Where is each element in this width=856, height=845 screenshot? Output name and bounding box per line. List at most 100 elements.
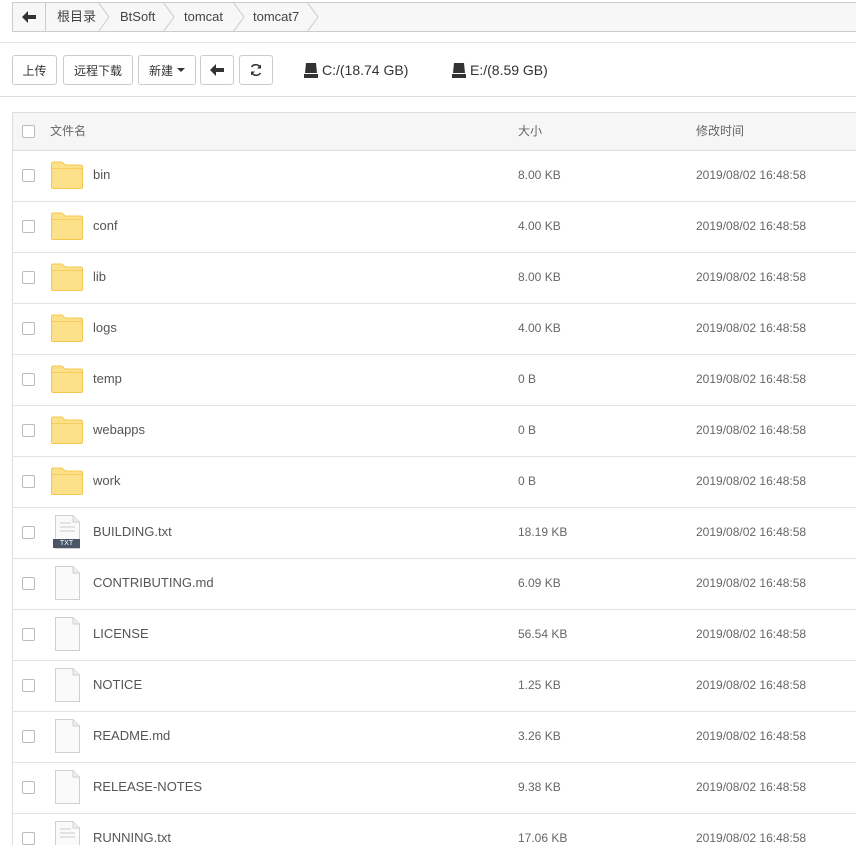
file-modified-time: 2019/08/02 16:48:58 [696, 678, 807, 692]
disk-c-label: C:/(18.74 GB) [322, 62, 409, 78]
file-size: 0 B [518, 474, 537, 488]
divider [0, 96, 856, 97]
breadcrumb: 根目录 BtSoft tomcat tomcat7 [12, 2, 856, 32]
column-header-modified[interactable]: 修改时间 [696, 113, 744, 150]
table-row[interactable]: logs 4.00 KB 2019/08/02 16:48:58 [13, 304, 856, 355]
row-checkbox[interactable] [22, 577, 35, 590]
file-size: 4.00 KB [518, 219, 561, 233]
row-checkbox[interactable] [22, 271, 35, 284]
folder-icon [51, 365, 83, 393]
file-size: 8.00 KB [518, 168, 561, 182]
file-modified-time: 2019/08/02 16:48:58 [696, 168, 807, 182]
breadcrumb-item-tomcat7[interactable]: tomcat7 [253, 3, 299, 31]
file-icon [51, 566, 83, 600]
divider [0, 42, 856, 43]
txt-file-icon: TXT [51, 821, 83, 845]
hard-drive-icon [452, 63, 466, 78]
row-checkbox[interactable] [22, 169, 35, 182]
file-size: 56.54 KB [518, 627, 568, 641]
disk-c[interactable]: C:/(18.74 GB) [304, 59, 408, 81]
file-modified-time: 2019/08/02 16:48:58 [696, 627, 807, 641]
row-checkbox[interactable] [22, 373, 35, 386]
row-checkbox[interactable] [22, 679, 35, 692]
table-row[interactable]: lib 8.00 KB 2019/08/02 16:48:58 [13, 253, 856, 304]
file-modified-time: 2019/08/02 16:48:58 [696, 321, 807, 335]
upload-button[interactable]: 上传 [12, 55, 57, 85]
disk-e-label: E:/(8.59 GB) [470, 62, 548, 78]
new-dropdown-button[interactable]: 新建 [138, 55, 196, 85]
row-checkbox[interactable] [22, 220, 35, 233]
file-name-link[interactable]: bin [93, 151, 110, 198]
row-checkbox[interactable] [22, 730, 35, 743]
file-modified-time: 2019/08/02 16:48:58 [696, 831, 807, 845]
table-row[interactable]: LICENSE 56.54 KB 2019/08/02 16:48:58 [13, 610, 856, 661]
breadcrumb-separator [98, 2, 110, 32]
table-row[interactable]: RELEASE-NOTES 9.38 KB 2019/08/02 16:48:58 [13, 763, 856, 814]
file-type-badge: TXT [59, 540, 74, 547]
select-all-checkbox[interactable] [22, 125, 35, 138]
file-size: 18.19 KB [518, 525, 568, 539]
file-modified-time: 2019/08/02 16:48:58 [696, 423, 807, 437]
file-modified-time: 2019/08/02 16:48:58 [696, 372, 807, 386]
file-icon [51, 770, 83, 804]
file-size: 4.00 KB [518, 321, 561, 335]
breadcrumb-separator [233, 2, 245, 32]
go-back-button[interactable] [200, 55, 234, 85]
table-row[interactable]: bin 8.00 KB 2019/08/02 16:48:58 [13, 151, 856, 202]
arrow-left-icon [22, 11, 36, 23]
file-name-link[interactable]: CONTRIBUTING.md [93, 559, 214, 606]
column-header-name[interactable]: 文件名 [50, 113, 86, 150]
breadcrumb-item-tomcat[interactable]: tomcat [184, 3, 223, 31]
table-row[interactable]: conf 4.00 KB 2019/08/02 16:48:58 [13, 202, 856, 253]
row-checkbox[interactable] [22, 424, 35, 437]
file-size: 9.38 KB [518, 780, 561, 794]
breadcrumb-item-root[interactable]: 根目录 [57, 3, 96, 31]
file-modified-time: 2019/08/02 16:48:58 [696, 474, 807, 488]
file-icon [51, 668, 83, 702]
folder-icon [51, 161, 83, 189]
file-icon [51, 719, 83, 753]
new-button-label: 新建 [148, 63, 173, 78]
row-checkbox[interactable] [22, 781, 35, 794]
file-size: 6.09 KB [518, 576, 561, 590]
table-row[interactable]: temp 0 B 2019/08/02 16:48:58 [13, 355, 856, 406]
file-name-link[interactable]: RELEASE-NOTES [93, 763, 202, 810]
file-name-link[interactable]: webapps [93, 406, 145, 453]
file-name-link[interactable]: README.md [93, 712, 170, 759]
row-checkbox[interactable] [22, 628, 35, 641]
table-row[interactable]: NOTICE 1.25 KB 2019/08/02 16:48:58 [13, 661, 856, 712]
row-checkbox[interactable] [22, 526, 35, 539]
column-header-size[interactable]: 大小 [518, 113, 542, 150]
table-row[interactable]: webapps 0 B 2019/08/02 16:48:58 [13, 406, 856, 457]
table-row[interactable]: CONTRIBUTING.md 6.09 KB 2019/08/02 16:48:5… [13, 559, 856, 610]
remote-download-button[interactable]: 远程下载 [63, 55, 133, 85]
file-name-link[interactable]: logs [93, 304, 117, 351]
file-name-link[interactable]: temp [93, 355, 122, 402]
folder-icon [51, 314, 83, 342]
row-checkbox[interactable] [22, 322, 35, 335]
refresh-icon [250, 63, 262, 77]
hard-drive-icon [304, 63, 318, 78]
file-name-link[interactable]: RUNNING.txt [93, 814, 171, 845]
refresh-button[interactable] [239, 55, 273, 85]
table-row[interactable]: work 0 B 2019/08/02 16:48:58 [13, 457, 856, 508]
disk-e[interactable]: E:/(8.59 GB) [452, 59, 548, 81]
file-name-link[interactable]: lib [93, 253, 106, 300]
file-name-link[interactable]: work [93, 457, 120, 504]
back-button[interactable] [13, 3, 46, 31]
file-name-link[interactable]: BUILDING.txt [93, 508, 172, 555]
row-checkbox[interactable] [22, 832, 35, 845]
file-name-link[interactable]: LICENSE [93, 610, 149, 657]
table-row[interactable]: README.md 3.26 KB 2019/08/02 16:48:58 [13, 712, 856, 763]
file-table: 文件名 大小 修改时间 bin 8.00 KB 2019/08/02 16:48:5… [12, 112, 856, 845]
file-modified-time: 2019/08/02 16:48:58 [696, 576, 807, 590]
file-name-link[interactable]: NOTICE [93, 661, 142, 708]
row-checkbox[interactable] [22, 475, 35, 488]
table-row[interactable]: TXT BUILDING.txt 18.19 KB 2019/08/02 16:48:… [13, 508, 856, 559]
file-modified-time: 2019/08/02 16:48:58 [696, 219, 807, 233]
file-size: 0 B [518, 423, 537, 437]
txt-file-icon: TXT [51, 515, 83, 549]
table-row[interactable]: TXT RUNNING.txt 17.06 KB 2019/08/02 16:48:5… [13, 814, 856, 845]
breadcrumb-item-btsoft[interactable]: BtSoft [120, 3, 155, 31]
file-name-link[interactable]: conf [93, 202, 118, 249]
